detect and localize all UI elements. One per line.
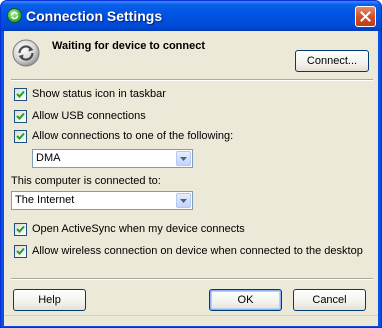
- chevron-down-icon: [180, 199, 187, 203]
- dialog-body: Waiting for device to connect Connect...…: [4, 31, 378, 326]
- connected-to-select[interactable]: The Internet: [11, 191, 193, 210]
- connection-status-text: Waiting for device to connect: [52, 40, 205, 52]
- allow-connections-checkbox[interactable]: [14, 130, 27, 143]
- help-button[interactable]: Help: [13, 289, 86, 311]
- checkmark-icon: [16, 247, 25, 255]
- activesync-icon: [7, 8, 22, 23]
- allow-usb-label: Allow USB connections: [32, 110, 146, 122]
- connected-to-value: The Internet: [15, 194, 75, 206]
- title-bar[interactable]: Connection Settings: [1, 1, 381, 31]
- connection-port-value: DMA: [36, 152, 61, 164]
- checkmark-icon: [16, 112, 25, 120]
- checkmark-icon: [16, 90, 25, 98]
- header-divider: [11, 79, 373, 81]
- connect-button[interactable]: Connect...: [295, 50, 369, 72]
- open-activesync-checkbox[interactable]: [14, 223, 27, 236]
- allow-wireless-checkbox[interactable]: [14, 245, 27, 258]
- connection-port-select[interactable]: DMA: [32, 149, 193, 168]
- dialog-bottom-edge: [4, 315, 378, 316]
- dropdown-button[interactable]: [176, 151, 191, 166]
- close-button[interactable]: [355, 6, 376, 27]
- checkmark-icon: [16, 225, 25, 233]
- chevron-down-icon: [180, 157, 187, 161]
- allow-connections-label: Allow connections to one of the followin…: [32, 130, 234, 142]
- footer-divider: [11, 278, 373, 280]
- connected-to-label: This computer is connected to:: [11, 175, 161, 187]
- allow-wireless-label: Allow wireless connection on device when…: [32, 245, 363, 257]
- allow-usb-checkbox[interactable]: [14, 110, 27, 123]
- connection-settings-dialog: Connection Settings Waiting for device t…: [0, 0, 382, 328]
- open-activesync-label: Open ActiveSync when my device connects: [32, 223, 245, 235]
- show-status-icon-checkbox[interactable]: [14, 88, 27, 101]
- checkmark-icon: [16, 132, 25, 140]
- cancel-button[interactable]: Cancel: [293, 289, 366, 311]
- sync-arrows-icon: [12, 39, 40, 67]
- dropdown-button[interactable]: [176, 193, 191, 208]
- ok-button[interactable]: OK: [209, 289, 282, 311]
- show-status-icon-label: Show status icon in taskbar: [32, 88, 166, 100]
- window-title: Connection Settings: [26, 8, 163, 24]
- close-icon: [360, 11, 371, 22]
